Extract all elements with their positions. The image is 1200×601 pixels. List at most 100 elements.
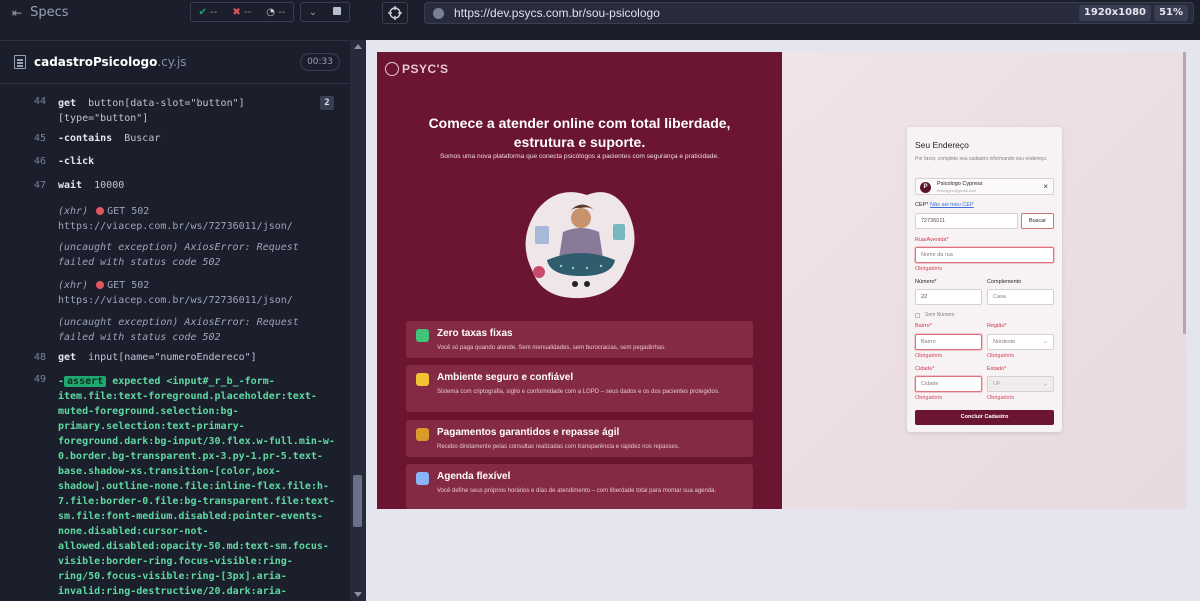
address-form-card: Seu Endereço Por favor, complete seu cad… bbox=[907, 127, 1062, 432]
rua-error: Obrigatório bbox=[915, 266, 943, 272]
command-text: -contains Buscar bbox=[58, 133, 161, 144]
log-scroll-thumb[interactable] bbox=[353, 475, 362, 527]
cidade-error: Obrigatório bbox=[915, 395, 943, 401]
cidade-input[interactable]: Cidade bbox=[915, 376, 982, 392]
bairro-error: Obrigatório bbox=[915, 353, 943, 359]
sem-numero-label: Sem Número bbox=[925, 312, 955, 318]
duration-badge: 00:33 bbox=[300, 53, 340, 71]
command-text: get input[name="numeroEndereco"] bbox=[58, 352, 257, 363]
cidade-label: Cidade* bbox=[915, 366, 935, 372]
estado-select[interactable]: UF ⌄ bbox=[987, 376, 1054, 392]
run-controls: ⌄ bbox=[300, 2, 350, 22]
feature-card-schedule: Agenda flexível Você define seus próprio… bbox=[406, 464, 753, 509]
feature-card-payments: Pagamentos garantidos e repasse ágil Rec… bbox=[406, 420, 753, 457]
lock-icon bbox=[416, 373, 429, 386]
feature-desc: Você só paga quando atende. Sem mensalid… bbox=[437, 345, 666, 351]
close-icon[interactable]: × bbox=[1043, 182, 1048, 191]
xhr-log-row[interactable]: (xhr) GET 502 https://viacep.com.br/ws/72… bbox=[0, 278, 350, 310]
xhr-log-row[interactable]: (xhr) GET 502 https://viacep.com.br/ws/72… bbox=[0, 204, 350, 236]
feature-card-fees: Zero taxas fixas Você só paga quando ate… bbox=[406, 321, 753, 358]
command-text: -click bbox=[58, 156, 95, 167]
line-number: 47 bbox=[33, 180, 46, 191]
exception-log-row[interactable]: (uncaught exception) AxiosError: Request… bbox=[0, 315, 350, 347]
command-log: 44 get button[data-slot="button"] [type=… bbox=[0, 92, 350, 601]
url-text: https://dev.psycs.com.br/sou-psicologo bbox=[454, 6, 660, 20]
sidebar-toggle-icon[interactable]: ⇤ bbox=[12, 6, 22, 20]
sem-numero-checkbox[interactable] bbox=[915, 313, 920, 318]
zoom-badge[interactable]: 51% bbox=[1154, 5, 1188, 21]
feature-desc: Recebo diretamente pelas consultas reali… bbox=[437, 444, 680, 450]
cep-label: CEP* Não sei meu CEP bbox=[915, 202, 974, 208]
estado-label: Estado* bbox=[987, 366, 1007, 372]
numero-label: Número* bbox=[915, 279, 937, 285]
pending-stat: ◔ -- bbox=[266, 6, 286, 18]
line-number: 48 bbox=[33, 352, 46, 363]
selector-playground-button[interactable] bbox=[382, 2, 408, 24]
assert-text: - assert expected <input#_r_b_-form- item… bbox=[58, 376, 335, 597]
line-number: 44 bbox=[33, 96, 46, 107]
form-title: Seu Endereço bbox=[915, 140, 969, 150]
buscar-button[interactable]: Buscar bbox=[1021, 213, 1054, 229]
feature-title: Zero taxas fixas bbox=[437, 328, 513, 339]
command-text: wait 10000 bbox=[58, 180, 125, 191]
feature-title: Agenda flexível bbox=[437, 471, 511, 482]
scroll-down-icon[interactable] bbox=[354, 592, 362, 597]
feature-desc: Você define seus próprios horários e dia… bbox=[437, 488, 717, 494]
concluir-cadastro-button[interactable]: Concluir Cadastro bbox=[915, 410, 1054, 425]
xhr-entry: (xhr) GET 502 https://viacep.com.br/ws/72… bbox=[58, 280, 293, 306]
failed-stat: ✖ -- bbox=[232, 6, 252, 18]
feature-title: Pagamentos garantidos e repasse ágil bbox=[437, 427, 620, 438]
regiao-error: Obrigatório bbox=[987, 353, 1015, 359]
document-icon bbox=[14, 55, 26, 69]
bairro-input[interactable]: Bairro bbox=[915, 334, 982, 350]
regiao-select[interactable]: Nordeste ⌄ bbox=[987, 334, 1054, 350]
complemento-input[interactable]: Casa bbox=[987, 289, 1054, 305]
hero-panel: PSYC'S Comece a atender online com total… bbox=[377, 52, 782, 509]
numero-input[interactable]: 22 bbox=[915, 289, 982, 305]
cep-input[interactable]: 72736011 bbox=[915, 213, 1018, 229]
specs-header: ⇤ Specs ✔ -- ✖ -- ◔ -- ⌄ bbox=[0, 0, 366, 26]
specs-toggle[interactable]: ⇤ Specs bbox=[12, 5, 69, 20]
command-row[interactable]: 44 get button[data-slot="button"] [type=… bbox=[0, 96, 350, 126]
exception-text: (uncaught exception) AxiosError: Request… bbox=[58, 242, 299, 268]
cep-help-link[interactable]: Não sei meu CEP bbox=[930, 202, 974, 208]
money-bag-icon bbox=[416, 428, 429, 441]
user-chip: P Psicologo Cypress testesgcs@gmail.com … bbox=[915, 178, 1054, 195]
cypress-runner: ⇤ Specs ✔ -- ✖ -- ◔ -- ⌄ cadastroPsicolo… bbox=[0, 0, 1200, 601]
user-name: Psicologo Cypress bbox=[937, 181, 983, 187]
hero-subtitle: Somos uma nova plataforma que conecta ps… bbox=[440, 153, 719, 160]
stop-button[interactable] bbox=[325, 6, 349, 18]
exception-text: (uncaught exception) AxiosError: Request… bbox=[58, 317, 299, 343]
chevron-down-icon: ⌄ bbox=[1042, 339, 1048, 345]
line-number: 45 bbox=[33, 133, 46, 144]
app-under-test: PSYC'S Comece a atender online com total… bbox=[377, 52, 1186, 509]
crosshair-icon bbox=[388, 6, 402, 20]
line-number: 46 bbox=[33, 156, 46, 167]
exception-log-row[interactable]: (uncaught exception) AxiosError: Request… bbox=[0, 240, 350, 272]
rua-input[interactable]: Nome da rua bbox=[915, 247, 1054, 263]
spec-file-name[interactable]: cadastroPsicologo.cy.js bbox=[34, 55, 187, 69]
chevron-down-icon[interactable]: ⌄ bbox=[301, 7, 325, 18]
meditation-illustration bbox=[525, 192, 635, 299]
chevron-down-icon: ⌄ bbox=[1042, 381, 1048, 387]
line-number: 49 bbox=[33, 374, 46, 385]
error-dot-icon bbox=[96, 207, 105, 215]
url-bar[interactable]: https://dev.psycs.com.br/sou-psicologo 1… bbox=[424, 2, 1194, 24]
logo-icon bbox=[385, 62, 399, 76]
spinner-icon: ◔ bbox=[266, 6, 276, 18]
logo[interactable]: PSYC'S bbox=[385, 62, 449, 76]
avatar: P bbox=[920, 182, 931, 193]
complemento-label: Complemento bbox=[987, 279, 1022, 285]
rua-label: Rua/Avenida* bbox=[915, 237, 949, 243]
passed-stat: ✔ -- bbox=[198, 6, 218, 18]
stop-icon bbox=[333, 6, 341, 15]
viewport-size-badge[interactable]: 1920x1080 bbox=[1078, 5, 1151, 21]
bairro-label: Bairro* bbox=[915, 323, 932, 329]
command-text: get button[data-slot="button"] [type="bu… bbox=[58, 98, 245, 124]
element-count-badge: 2 bbox=[320, 96, 334, 110]
page-scrollbar[interactable] bbox=[1183, 52, 1186, 334]
regiao-label: Região* bbox=[987, 323, 1007, 329]
scroll-up-icon[interactable] bbox=[354, 44, 362, 49]
page-status-icon bbox=[433, 8, 444, 19]
assert-row[interactable]: 49 - assert expected <input#_r_b_-form- i… bbox=[0, 374, 350, 601]
